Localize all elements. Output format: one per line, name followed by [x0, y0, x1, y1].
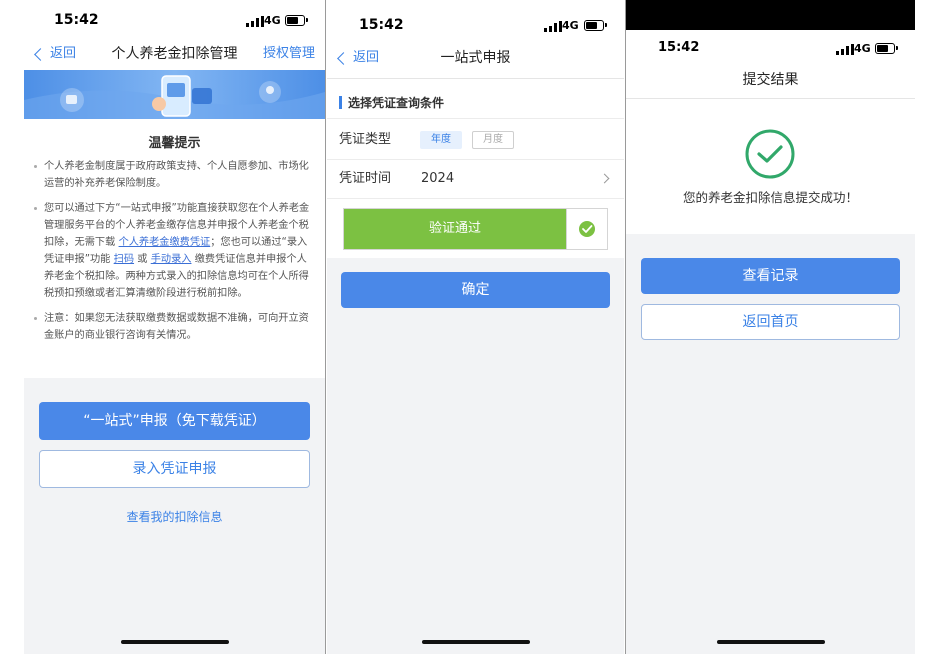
top-black-strip	[626, 0, 915, 30]
lower-area	[327, 258, 624, 654]
signal-icon	[836, 43, 854, 55]
section-title: 选择凭证查询条件	[348, 96, 445, 110]
nav-bar: 返回 一站式申报	[327, 44, 624, 72]
certificate-time-row[interactable]: 凭证时间 2024	[327, 160, 624, 199]
certificate-type-row: 凭证类型 年度 月度	[327, 121, 624, 160]
verify-slider-track: 验证通过	[344, 209, 566, 249]
check-circle-icon	[579, 221, 595, 237]
signal-icon	[246, 15, 264, 27]
certificate-time-label: 凭证时间	[339, 171, 392, 186]
banner-illustration	[24, 75, 325, 119]
enter-certificate-button[interactable]: 录入凭证申报	[39, 450, 310, 488]
chevron-right-icon	[599, 173, 610, 184]
status-time: 15:42	[658, 40, 700, 55]
status-bar: 15:42 4G	[327, 0, 624, 38]
notice-paragraph-3: 注意：如果您无法获取缴费数据或数据不准确，可向开立资金账户的商业银行咨询有关情况…	[30, 310, 315, 344]
screen-one-stop-declaration: 15:42 4G 返回 一站式申报 选择凭证查询条件 凭证类型 年度 月度 凭证…	[327, 0, 624, 654]
scan-link[interactable]: 扫码	[114, 254, 134, 265]
network-type: 4G	[562, 19, 579, 32]
one-stop-declare-button[interactable]: “一站式”申报（免下载凭证）	[39, 402, 310, 440]
nav-divider	[626, 98, 915, 99]
view-records-button[interactable]: 查看记录	[641, 258, 900, 294]
certificate-time-value: 2024	[421, 171, 455, 186]
banner-image	[24, 70, 325, 119]
notice-body: 个人养老金制度属于政府政策支持、个人自愿参加、市场化运营的补充养老保险制度。 您…	[30, 158, 315, 352]
notice-paragraph-1: 个人养老金制度属于政府政策支持、个人自愿参加、市场化运营的补充养老保险制度。	[30, 158, 315, 192]
notice-title: 温馨提示	[148, 136, 201, 151]
home-indicator	[120, 640, 229, 644]
view-deduction-info-link[interactable]: 查看我的扣除信息	[24, 508, 325, 525]
network-type: 4G	[264, 14, 281, 27]
page-title: 提交结果	[742, 72, 799, 88]
battery-icon	[584, 20, 607, 31]
home-indicator	[716, 640, 825, 644]
type-option-month[interactable]: 月度	[472, 131, 514, 149]
success-icon	[744, 128, 796, 184]
success-message: 您的养老金扣除信息提交成功！	[682, 190, 858, 205]
section-marker	[339, 96, 342, 109]
success-check-icon	[745, 129, 795, 179]
status-time: 15:42	[54, 12, 99, 28]
authorization-management-link[interactable]: 授权管理	[263, 40, 315, 68]
nav-divider	[327, 78, 624, 79]
page-title: 一站式申报	[440, 50, 511, 66]
section-header: 选择凭证查询条件	[327, 90, 624, 119]
screen-submit-result: 15:42 4G 提交结果 您的养老金扣除信息提交成功！ 查看记录 返回首页	[626, 0, 915, 654]
nav-bar: 返回 个人养老金扣除管理 授权管理	[24, 40, 325, 68]
confirm-button[interactable]: 确定	[341, 272, 610, 308]
certificate-type-label: 凭证类型	[339, 132, 392, 147]
pension-certificate-link[interactable]: 个人养老金缴费凭证	[119, 237, 211, 248]
home-indicator	[421, 640, 530, 644]
signal-icon	[544, 20, 562, 32]
battery-icon	[875, 43, 898, 54]
status-bar: 15:42 4G	[626, 30, 915, 68]
nav-bar: 提交结果	[626, 66, 915, 94]
screen-pension-deduction-management: 15:42 4G 返回 个人养老金扣除管理 授权管理 温馨提示 个人养老金制度属…	[24, 0, 325, 654]
status-time: 15:42	[359, 17, 404, 33]
manual-entry-link[interactable]: 手动录入	[151, 254, 192, 265]
notice-paragraph-2: 您可以通过下方“一站式申报”功能直接获取您在个人养老金管理服务平台的个人养老金缴…	[30, 200, 315, 302]
verify-handle[interactable]	[566, 209, 608, 249]
verify-slider[interactable]: 验证通过	[343, 208, 608, 250]
lower-area	[626, 234, 915, 654]
return-home-button[interactable]: 返回首页	[641, 304, 900, 340]
battery-icon	[285, 15, 308, 26]
network-type: 4G	[854, 42, 871, 55]
type-option-year[interactable]: 年度	[420, 131, 462, 149]
status-bar: 15:42 4G	[24, 0, 325, 38]
divider	[325, 0, 326, 654]
